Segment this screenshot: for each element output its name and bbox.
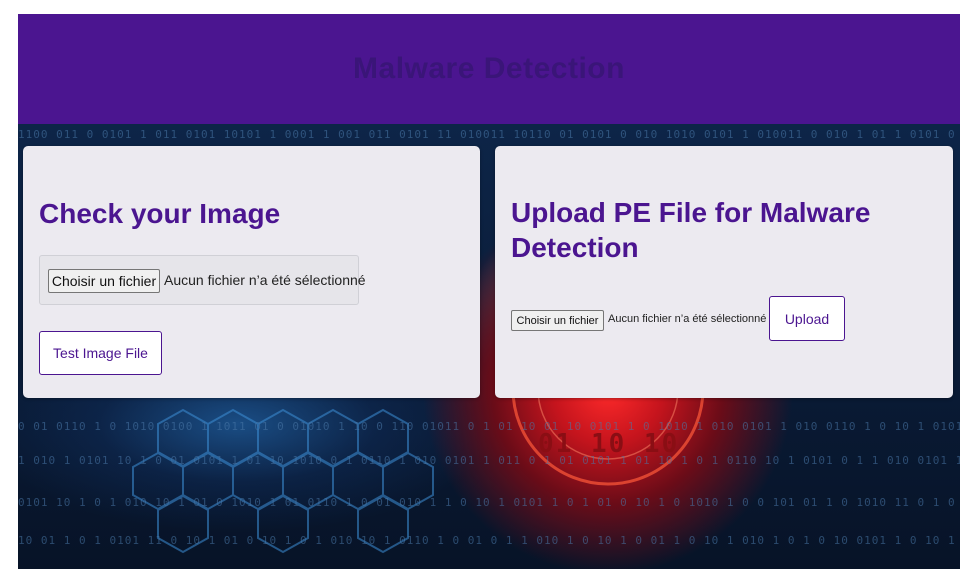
check-image-card: Check your Image Choisir un fichier Aucu… <box>23 146 480 398</box>
file-status-text: Aucun fichier n’a été sélectionné <box>608 313 767 325</box>
choose-file-button[interactable]: Choisir un fichier <box>48 269 160 293</box>
binary-text-row: 10 01 1 0 1 0101 11 0 10 1 01 0 10 1 0 1… <box>18 534 960 547</box>
image-file-input-wrapper: Choisir un fichier Aucun fichier n’a été… <box>39 255 366 305</box>
upload-pe-card: Upload PE File for Malware Detection Cho… <box>495 146 953 398</box>
header-bar: Malware Detection <box>18 14 960 124</box>
page: 1100 011 0 0101 1 011 0101 10101 1 0001 … <box>18 14 960 569</box>
test-image-file-button[interactable]: Test Image File <box>39 331 162 375</box>
file-status-text: Aucun fichier n’a été sélectionné <box>164 272 366 288</box>
binary-text-row: 1 010 1 0101 10 1 0 01 0101 1 01 10 1010… <box>18 454 960 467</box>
card-title: Upload PE File for Malware Detection <box>511 197 871 263</box>
choose-file-button[interactable]: Choisir un fichier <box>511 310 604 331</box>
card-title: Check your Image <box>39 198 281 229</box>
binary-text-row: 0 01 0110 1 0 1010 0100 1 1011 01 0 0101… <box>18 420 960 433</box>
page-title: Malware Detection <box>353 52 625 85</box>
center-binary: 01 10 10 <box>538 429 680 459</box>
binary-text-row: 1100 011 0 0101 1 011 0101 10101 1 0001 … <box>18 128 960 141</box>
upload-button[interactable]: Upload <box>769 296 845 341</box>
binary-text-row: 0101 10 1 0 1 010 10 1 01 0 1010 1 01 01… <box>18 496 960 509</box>
